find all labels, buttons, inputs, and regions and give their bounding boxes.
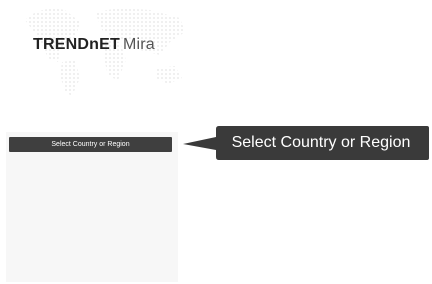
country-selection-panel: Select Country or Region — [6, 132, 178, 282]
brand-logo: TRENDnET Mira — [33, 36, 155, 54]
brand-name: TRENDnET — [33, 36, 120, 53]
select-country-button[interactable]: Select Country or Region — [9, 137, 172, 152]
callout-label: Select Country or Region — [183, 126, 429, 160]
callout-text: Select Country or Region — [231, 134, 411, 151]
brand-product: Mira — [122, 36, 155, 53]
